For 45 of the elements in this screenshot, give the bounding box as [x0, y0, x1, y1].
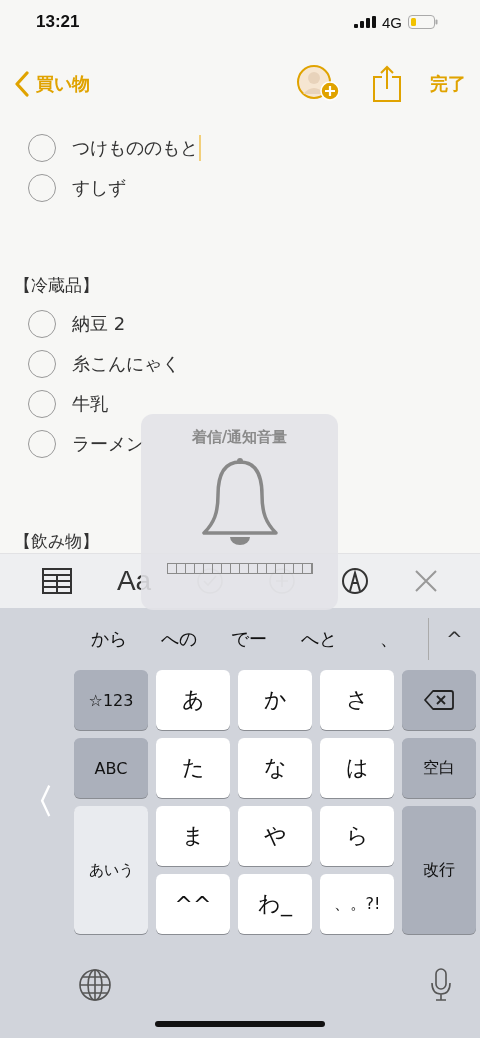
signal-icon: [354, 16, 376, 28]
microphone-icon[interactable]: [430, 968, 452, 1002]
delete-icon: [424, 689, 454, 711]
keyboard-key[interactable]: あ: [156, 670, 230, 730]
checklist-item: すしず: [72, 176, 126, 200]
status-time: 13:21: [36, 12, 80, 32]
chevron-left-icon: [14, 71, 30, 97]
candidate-word[interactable]: へと: [284, 627, 354, 651]
keyboard-key[interactable]: 改行: [402, 806, 476, 934]
keyboard-key[interactable]: 空白: [402, 738, 476, 798]
battery-icon: [408, 15, 438, 29]
candidate-word[interactable]: から: [74, 627, 144, 651]
checklist-item: 牛乳: [72, 392, 108, 416]
close-icon[interactable]: [413, 569, 438, 593]
candidate-word[interactable]: でー: [214, 627, 284, 651]
table-icon[interactable]: [42, 568, 73, 594]
markup-pen-icon[interactable]: [341, 567, 370, 595]
keyboard-key[interactable]: ま: [156, 806, 230, 866]
keyboard-key[interactable]: さ: [320, 670, 394, 730]
delete-key[interactable]: [402, 670, 476, 730]
keyboard-key[interactable]: あいう: [74, 806, 148, 934]
keyboard-key[interactable]: ^^: [156, 874, 230, 934]
checklist-item: 糸こんにゃく: [72, 352, 180, 376]
section-heading: 【冷蔵品】: [14, 274, 100, 297]
keyboard-key[interactable]: は: [320, 738, 394, 798]
expand-candidates-button[interactable]: ^: [428, 627, 480, 651]
share-icon[interactable]: [372, 65, 402, 103]
volume-title: 着信/通知音量: [191, 428, 288, 447]
section-heading: 【飲み物】: [14, 530, 100, 553]
globe-icon[interactable]: [78, 968, 112, 1002]
network-type: 4G: [382, 13, 402, 31]
checklist-item: 納豆 2: [72, 312, 126, 336]
candidate-word[interactable]: 、: [354, 627, 424, 651]
keyboard-key[interactable]: わ_: [238, 874, 312, 934]
keyboard-key[interactable]: た: [156, 738, 230, 798]
keyboard-key[interactable]: か: [238, 670, 312, 730]
keyboard-key[interactable]: な: [238, 738, 312, 798]
checklist-item: ラーメン: [72, 432, 144, 456]
keyboard-key[interactable]: ☆123: [74, 670, 148, 730]
keyboard-key[interactable]: や: [238, 806, 312, 866]
keyboard-key[interactable]: 、。?!: [320, 874, 394, 934]
candidate-word[interactable]: への: [144, 627, 214, 651]
keyboard-key[interactable]: ABC: [74, 738, 148, 798]
keyboard-key[interactable]: ら: [320, 806, 394, 866]
checklist-item: つけもののもと: [72, 136, 198, 160]
